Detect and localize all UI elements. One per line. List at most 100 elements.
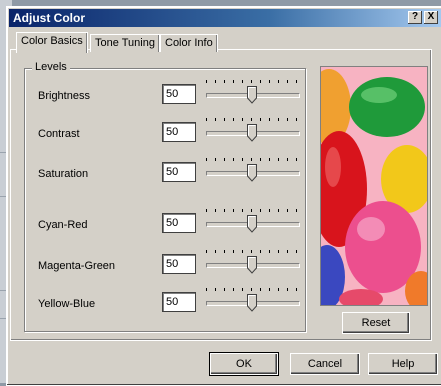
slider-tick: [260, 250, 261, 253]
slider-tick: [215, 118, 216, 121]
slider-thumb[interactable]: [247, 164, 257, 182]
reset-button[interactable]: Reset: [342, 312, 410, 334]
color-preview-image: [320, 66, 428, 306]
slider-tick: [287, 250, 288, 253]
slider-tick: [233, 80, 234, 83]
slider-tick: [287, 80, 288, 83]
cancel-button[interactable]: Cancel: [290, 353, 360, 375]
slider-tick: [269, 118, 270, 121]
slider-tick: [287, 288, 288, 291]
slider-tick: [224, 158, 225, 161]
slider-thumb[interactable]: [247, 86, 257, 104]
help-title-button[interactable]: ?: [408, 11, 422, 24]
slider-tick: [242, 288, 243, 291]
slider-tick: [296, 288, 297, 291]
slider-tick: [260, 80, 261, 83]
saturation-label: Saturation: [38, 168, 89, 180]
contrast-input[interactable]: 50: [162, 122, 196, 142]
slider-tick: [242, 118, 243, 121]
slider-tick: [251, 250, 252, 253]
slider-tick: [287, 158, 288, 161]
title-bar[interactable]: Adjust Color ? X: [9, 9, 441, 27]
slider-tick: [269, 209, 270, 212]
close-button[interactable]: X: [424, 11, 438, 24]
slider-tick: [215, 250, 216, 253]
ok-button[interactable]: OK: [209, 352, 279, 376]
yellow-blue-label: Yellow-Blue: [38, 298, 96, 310]
slider-thumb[interactable]: [247, 124, 257, 142]
magenta-green-label: Magenta-Green: [38, 260, 116, 272]
slider-thumb[interactable]: [247, 215, 257, 233]
slider-tick: [278, 80, 279, 83]
slider-tick: [251, 158, 252, 161]
slider-tick: [206, 288, 207, 291]
jellybeans-photo: [321, 67, 427, 305]
slider-tick: [296, 158, 297, 161]
slider-tick: [260, 158, 261, 161]
contrast-slider[interactable]: [206, 118, 300, 148]
slider-tick: [242, 80, 243, 83]
yellow-blue-input[interactable]: 50: [162, 292, 196, 312]
slider-tick: [233, 250, 234, 253]
slider-tick: [278, 250, 279, 253]
help-button[interactable]: Help: [368, 353, 438, 375]
brightness-slider[interactable]: [206, 80, 300, 110]
slider-tick: [296, 209, 297, 212]
slider-tick: [215, 80, 216, 83]
slider-tick: [251, 80, 252, 83]
slider-tick: [287, 209, 288, 212]
slider-tick: [242, 209, 243, 212]
slider-tick: [233, 158, 234, 161]
slider-tick: [215, 158, 216, 161]
slider-tick: [278, 158, 279, 161]
cyan-red-slider[interactable]: [206, 209, 300, 239]
cyan-red-input[interactable]: 50: [162, 213, 196, 233]
slider-tick: [278, 118, 279, 121]
slider-tick: [206, 158, 207, 161]
slider-tick: [206, 250, 207, 253]
slider-tick: [224, 209, 225, 212]
slider-tick: [269, 250, 270, 253]
saturation-input[interactable]: 50: [162, 162, 196, 182]
slider-tick: [224, 80, 225, 83]
tab-color-info[interactable]: Color Info: [160, 34, 218, 52]
slider-tick: [206, 80, 207, 83]
slider-tick: [251, 209, 252, 212]
cyan-red-label: Cyan-Red: [38, 219, 88, 231]
saturation-slider[interactable]: [206, 158, 300, 188]
slider-thumb[interactable]: [247, 256, 257, 274]
magenta-green-slider[interactable]: [206, 250, 300, 280]
slider-tick: [278, 288, 279, 291]
slider-tick: [242, 158, 243, 161]
slider-tick: [260, 288, 261, 291]
dialog-title: Adjust Color: [13, 11, 85, 25]
slider-tick: [233, 118, 234, 121]
magenta-green-input[interactable]: 50: [162, 254, 196, 274]
slider-thumb[interactable]: [247, 294, 257, 312]
slider-tick: [296, 250, 297, 253]
slider-tick: [260, 118, 261, 121]
slider-tick: [242, 250, 243, 253]
slider-tick: [278, 209, 279, 212]
slider-tick: [224, 118, 225, 121]
tab-tone-tuning[interactable]: Tone Tuning: [90, 34, 160, 52]
slider-tick: [251, 118, 252, 121]
slider-tick: [269, 158, 270, 161]
slider-tick: [224, 250, 225, 253]
slider-tick: [206, 118, 207, 121]
slider-tick: [269, 288, 270, 291]
yellow-blue-slider[interactable]: [206, 288, 300, 318]
slider-tick: [215, 288, 216, 291]
slider-tick: [251, 288, 252, 291]
slider-tick: [233, 288, 234, 291]
tab-color-basics[interactable]: Color Basics: [16, 32, 88, 53]
slider-tick: [269, 80, 270, 83]
brightness-input[interactable]: 50: [162, 84, 196, 104]
slider-tick: [296, 118, 297, 121]
slider-tick: [224, 288, 225, 291]
levels-group-label: Levels: [32, 61, 70, 73]
slider-tick: [206, 209, 207, 212]
brightness-label: Brightness: [38, 90, 90, 102]
slider-tick: [296, 80, 297, 83]
slider-tick: [287, 118, 288, 121]
